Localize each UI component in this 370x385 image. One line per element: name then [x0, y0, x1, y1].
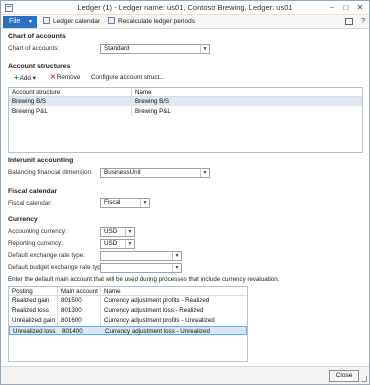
- currency-section-title: Currency: [8, 216, 38, 223]
- column-header-posting[interactable]: Posting: [9, 287, 57, 296]
- default-exchange-rate-type-select[interactable]: ▼: [100, 251, 182, 261]
- name-cell: Currency adjustment profits - Unrealized: [104, 317, 215, 324]
- chart-of-accounts-value: Standard: [104, 45, 130, 52]
- file-menu-button[interactable]: File ▼: [3, 16, 37, 28]
- default-exchange-rate-type-label: Default exchange rate type:: [8, 252, 86, 259]
- fiscal-calendar-value: Fiscal: [104, 199, 121, 206]
- main-account-cell: 801600: [61, 317, 82, 324]
- account-structure-cell: Brewing P&L: [12, 108, 48, 115]
- add-label: Add: [19, 75, 31, 82]
- posting-cell: Realized gain: [12, 297, 50, 304]
- column-header-name[interactable]: Name: [132, 88, 362, 97]
- delete-x-icon: ✕: [50, 74, 56, 81]
- accounting-currency-select[interactable]: USD ▼: [100, 227, 135, 237]
- help-icon[interactable]: ?: [361, 17, 365, 26]
- chevron-down-icon: ▾: [32, 75, 36, 82]
- name-cell: Brewing B/S: [135, 98, 170, 105]
- account-structure-cell: Brewing B/S: [12, 98, 47, 105]
- chevron-down-icon: ▼: [125, 240, 134, 248]
- fiscal-calendar-select[interactable]: Fiscal ▼: [100, 198, 150, 208]
- revaluation-info-text: Enter the default main account that will…: [8, 276, 280, 283]
- chevron-down-icon: ▼: [125, 228, 134, 236]
- plus-icon: +: [14, 73, 19, 82]
- ledger-calendar-button[interactable]: Ledger calendar: [43, 16, 100, 28]
- table-row[interactable]: Realized loss 801300 Currency adjustment…: [9, 306, 247, 315]
- table-row[interactable]: Brewing P&L Brewing P&L: [9, 107, 362, 116]
- main-account-cell: 801400: [62, 328, 83, 335]
- chevron-down-icon: ▼: [140, 199, 149, 207]
- name-cell: Brewing P&L: [135, 108, 171, 115]
- recalculate-icon: [108, 17, 115, 24]
- close-window-button[interactable]: ✕: [353, 2, 367, 13]
- action-ribbon: File ▼ Ledger calendar Recalculate ledge…: [1, 15, 369, 29]
- window-title: Ledger (1) - Ledger name: us01, Contoso …: [77, 3, 293, 12]
- chevron-down-icon: ▼: [172, 264, 181, 272]
- fiscal-calendar-label: Fiscal calendar:: [8, 200, 53, 207]
- close-button[interactable]: Close: [329, 370, 359, 382]
- configure-account-structure-button[interactable]: Configure account struct...: [91, 73, 165, 83]
- name-cell: Currency adjustment profits - Realized: [104, 297, 210, 304]
- chart-of-accounts-select[interactable]: Standard ▼: [100, 44, 210, 54]
- chevron-down-icon: ▼: [200, 169, 209, 177]
- column-header-account-structure[interactable]: Account structure: [9, 88, 131, 97]
- name-cell: Currency adjustment loss - Realized: [104, 307, 204, 314]
- remove-label: Remove: [56, 74, 81, 81]
- default-budget-exchange-rate-type-select[interactable]: ▼: [100, 263, 182, 273]
- revaluation-accounts-grid: Posting Main account Name Realized gain …: [8, 286, 248, 362]
- recalculate-ledger-periods-button[interactable]: Recalculate ledger periods: [108, 16, 195, 28]
- add-button[interactable]: +Add ▾: [14, 73, 36, 83]
- reporting-currency-select[interactable]: USD ▼: [100, 239, 135, 249]
- column-header-main-account[interactable]: Main account: [58, 287, 100, 296]
- posting-cell: Realized loss: [12, 307, 49, 314]
- column-header-name[interactable]: Name: [101, 287, 247, 296]
- table-row[interactable]: Unrealized loss 801400 Currency adjustme…: [9, 326, 247, 335]
- account-structures-section-title: Account structures: [8, 63, 71, 70]
- table-row[interactable]: Brewing B/S Brewing B/S: [9, 97, 362, 106]
- balancing-dimension-value: BusinessUnit: [104, 169, 141, 176]
- calendar-icon: [43, 17, 50, 24]
- interunit-accounting-section-title: Interunit accounting: [8, 157, 74, 164]
- maximize-button[interactable]: □: [339, 2, 353, 13]
- file-menu-label: File: [9, 18, 21, 25]
- reporting-currency-label: Reporting currency:: [8, 240, 63, 247]
- posting-cell: Unrealized gain: [12, 317, 55, 324]
- minimize-button[interactable]: –: [325, 2, 339, 13]
- grid-header: Account structure Name: [9, 88, 362, 97]
- resize-grip-icon[interactable]: [361, 376, 367, 382]
- default-budget-exchange-rate-type-label: Default budget exchange rate type:: [8, 264, 107, 271]
- account-structures-grid: Account structure Name Brewing B/S Brewi…: [8, 87, 363, 153]
- chevron-down-icon: ▼: [28, 19, 33, 25]
- balancing-dimension-select[interactable]: BusinessUnit ▼: [100, 168, 210, 178]
- remove-button[interactable]: ✕Remove: [50, 73, 80, 83]
- fiscal-calendar-section-title: Fiscal calendar: [8, 188, 58, 195]
- chart-of-accounts-label: Chart of accounts:: [8, 45, 60, 52]
- title-bar: Ledger (1) - Ledger name: us01, Contoso …: [1, 1, 369, 15]
- chevron-down-icon: ▼: [200, 45, 209, 53]
- accounting-currency-value: USD: [104, 228, 118, 235]
- accounting-currency-label: Accounting currency:: [8, 228, 67, 235]
- posting-cell: Unrealized loss: [13, 328, 56, 335]
- balancing-dimension-label: Balancing financial dimension:: [8, 169, 93, 176]
- dialog-footer: Close: [1, 366, 369, 384]
- main-account-cell: 801300: [61, 307, 82, 314]
- ledger-window: Ledger (1) - Ledger name: us01, Contoso …: [0, 0, 370, 385]
- chevron-down-icon: ▼: [172, 252, 181, 260]
- main-account-cell: 801500: [61, 297, 82, 304]
- chart-of-accounts-section-title: Chart of accounts: [8, 33, 66, 40]
- name-cell: Currency adjustment loss - Unrealized: [105, 328, 210, 335]
- view-toggle-icon[interactable]: [345, 18, 353, 25]
- reporting-currency-value: USD: [104, 240, 118, 247]
- ledger-calendar-label: Ledger calendar: [53, 18, 100, 25]
- recalculate-label: Recalculate ledger periods: [118, 18, 195, 25]
- table-row[interactable]: Unrealized gain 801600 Currency adjustme…: [9, 316, 247, 325]
- form-content: Chart of accounts Chart of accounts: Sta…: [1, 30, 369, 366]
- table-row[interactable]: Realized gain 801500 Currency adjustment…: [9, 296, 247, 305]
- account-structures-toolbar: +Add ▾ ✕Remove Configure account struct.…: [8, 73, 368, 83]
- grid-header: Posting Main account Name: [9, 287, 247, 296]
